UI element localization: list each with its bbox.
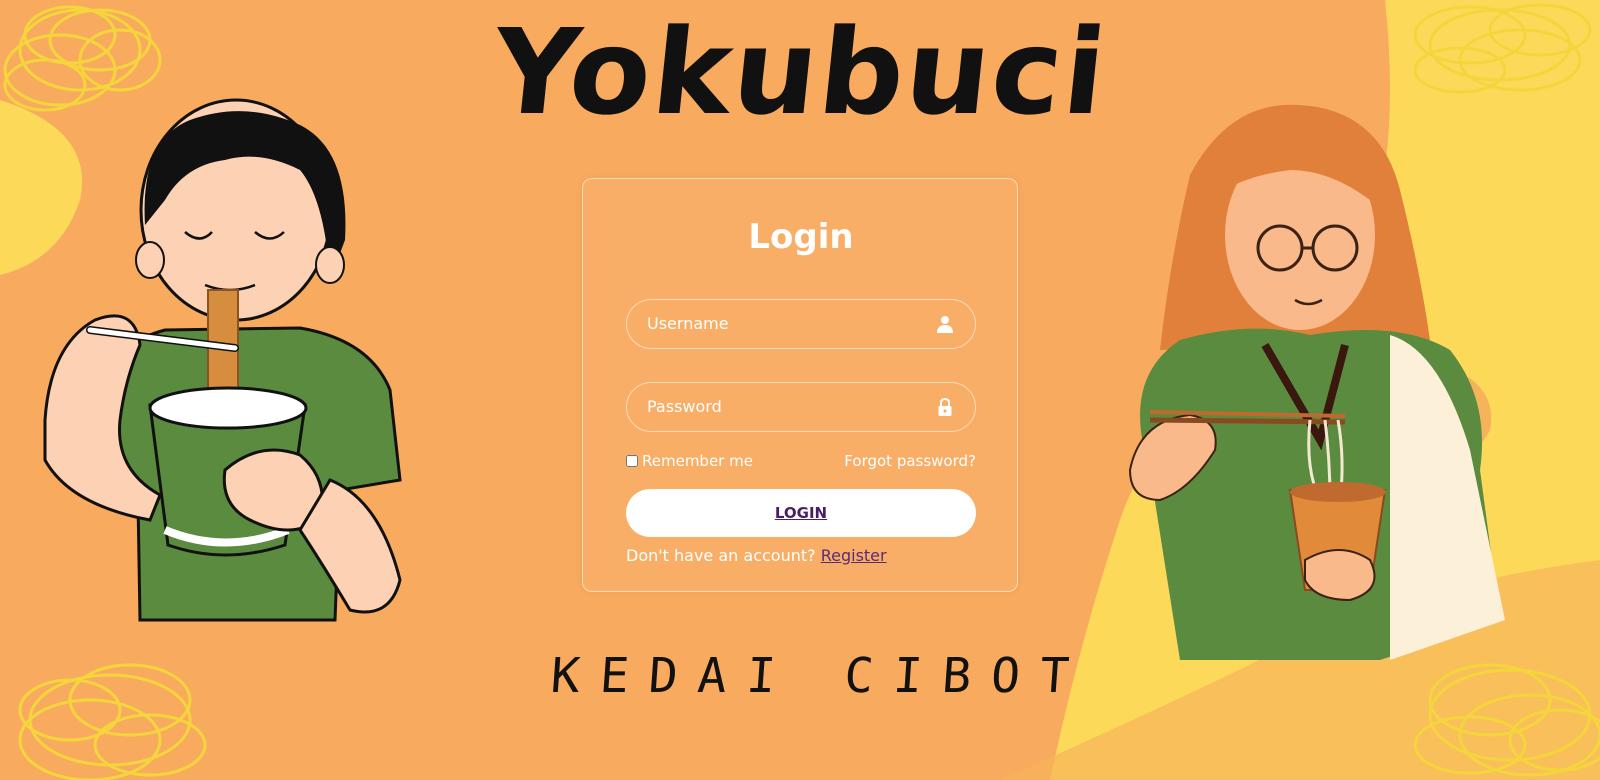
password-field xyxy=(626,382,976,432)
brand-title: Yokubuci xyxy=(486,3,1114,141)
username-field xyxy=(626,299,976,349)
register-prompt: Don't have an account? xyxy=(626,546,816,565)
lock-icon xyxy=(938,397,952,416)
register-row: Don't have an account? Register xyxy=(626,546,986,565)
login-options: Remember me Forgot password? xyxy=(626,452,976,474)
remember-label: Remember me xyxy=(642,452,753,470)
brand-subtitle: KEDAI CIBOT xyxy=(549,648,1091,704)
password-input[interactable] xyxy=(627,383,927,430)
boy-illustration xyxy=(43,98,402,622)
forgot-password-link[interactable]: Forgot password? xyxy=(844,452,976,470)
username-input[interactable] xyxy=(627,300,927,347)
remember-checkbox[interactable] xyxy=(626,455,638,467)
login-heading: Login xyxy=(748,217,854,257)
register-link[interactable]: Register xyxy=(821,546,887,565)
login-form: Login Remember me Forgot password? LOGIN… xyxy=(582,178,1018,592)
user-icon xyxy=(937,316,953,333)
remember-me[interactable]: Remember me xyxy=(626,452,753,470)
login-button[interactable]: LOGIN xyxy=(626,489,976,537)
